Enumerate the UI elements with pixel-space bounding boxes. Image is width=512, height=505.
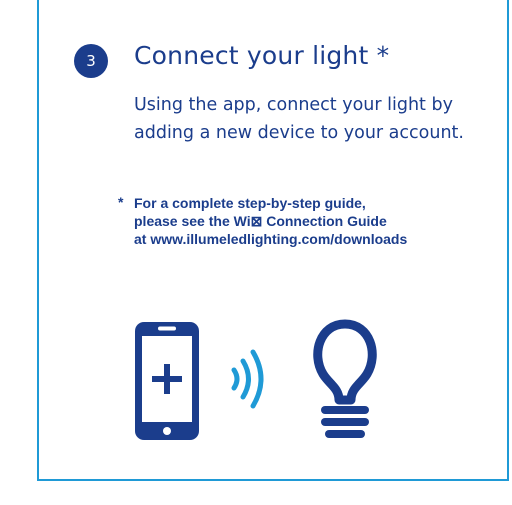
step-number-badge: 3 (74, 44, 108, 78)
smartphone-plus-icon (135, 322, 199, 440)
step-title: Connect your light * (134, 41, 390, 70)
footnote-marker: * (118, 194, 124, 210)
footnote-line: please see the Wi⊠ Connection Guide (134, 213, 387, 229)
light-bulb-icon (313, 319, 377, 438)
wifi-waves-icon (231, 349, 264, 409)
footnote-line: For a complete step-by-step guide, (134, 195, 366, 211)
connection-illustration (135, 319, 377, 440)
footnote-line: at www.illumeledlighting.com/downloads (134, 231, 408, 247)
step-description: Using the app, connect your light by add… (134, 95, 464, 143)
footnote: For a complete step-by-step guide, pleas… (134, 194, 512, 248)
